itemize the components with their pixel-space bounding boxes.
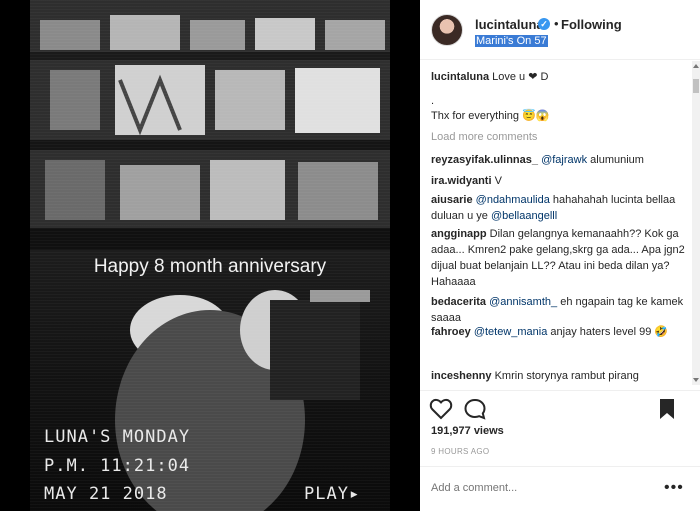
mention-link[interactable]: @bellaangelll — [491, 210, 557, 222]
scroll-down-arrow-icon[interactable] — [693, 378, 699, 382]
more-options-icon[interactable]: ••• — [664, 479, 684, 497]
comment-text: alumunium — [587, 154, 644, 166]
post-timestamp[interactable]: 9 HOURS AGO — [431, 447, 489, 456]
heart-icon[interactable] — [429, 397, 453, 421]
comment-item: inceshenny Kmrin storynya rambut pirang — [431, 368, 685, 384]
separator-dot: • — [554, 16, 559, 31]
comment-username[interactable]: reyzasyifak.ulinnas_ — [431, 154, 538, 166]
comment-username[interactable]: fahroey — [431, 326, 471, 338]
post-header: lucintaluna ✓ • Following Marini's On 57 — [420, 0, 700, 60]
mention-link[interactable]: @annisamth_ — [489, 296, 557, 308]
location-link[interactable]: Marini's On 57 — [475, 35, 548, 47]
comment-text: Kmrin storynya rambut pirang — [494, 370, 639, 382]
mention-link[interactable]: @ndahmaulida — [476, 194, 550, 206]
load-more-label[interactable]: Load more comments — [431, 131, 537, 143]
vhs-label-line1: LUNA'S MONDAY — [44, 427, 191, 447]
following-button[interactable]: Following — [561, 17, 622, 32]
comment-username[interactable]: angginapp — [431, 228, 487, 240]
vhs-play-label: PLAY▸ — [304, 484, 361, 504]
comment-text: anjay haters level 99 🤣 — [547, 326, 669, 338]
comment-item: aiusarie @ndahmaulida hahahahah lucinta … — [431, 192, 685, 224]
comment-text: Thx for everything 😇😱 — [431, 110, 550, 122]
comment-item: ira.widyanti V — [431, 173, 685, 189]
comment-text: Love u ❤ D — [492, 71, 549, 83]
vhs-label-time: P.M. 11:21:04 — [44, 456, 191, 476]
bookmark-icon[interactable] — [655, 397, 679, 421]
verified-icon: ✓ — [538, 18, 550, 30]
scroll-up-arrow-icon[interactable] — [693, 64, 699, 68]
comment-item: reyzasyifak.ulinnas_ @fajrawk alumunium — [431, 152, 685, 168]
action-bar — [420, 390, 700, 426]
comment-text: V — [494, 175, 502, 187]
comment-username[interactable]: ira.widyanti — [431, 175, 492, 187]
mention-link[interactable]: @fajrawk — [541, 154, 587, 166]
vhs-label-date: MAY 21 2018 — [44, 484, 168, 504]
comment-item: lucintaluna Love u ❤ D — [431, 69, 685, 85]
comment-icon[interactable] — [463, 397, 487, 421]
post-video[interactable]: Happy 8 month anniversary LUNA'S MONDAY … — [30, 0, 390, 511]
comment-text: . — [431, 95, 435, 107]
comment-username[interactable]: aiusarie — [431, 194, 473, 206]
comment-item: . — [431, 93, 685, 109]
video-caption-overlay: Happy 8 month anniversary — [93, 256, 327, 277]
post-side-panel: lucintaluna ✓ • Following Marini's On 57… — [420, 0, 700, 511]
comments-scrollbar[interactable] — [692, 61, 700, 385]
scroll-thumb[interactable] — [693, 79, 699, 93]
comment-username[interactable]: bedacerita — [431, 296, 486, 308]
comment-username[interactable]: lucintaluna — [431, 71, 489, 83]
header-username[interactable]: lucintaluna — [475, 17, 544, 32]
comment-item: angginapp Dilan gelangnya kemanaahh?? Ko… — [431, 226, 685, 290]
avatar[interactable] — [431, 14, 463, 46]
comment-item: fahroey @tetew_mania anjay haters level … — [431, 324, 685, 340]
mention-link[interactable]: @tetew_mania — [474, 326, 548, 338]
load-more-comments-link[interactable]: Load more comments — [431, 129, 685, 145]
comments-list[interactable]: lucintaluna Love u ❤ D. Thx for everythin… — [420, 61, 692, 385]
media-right-border — [390, 0, 420, 511]
add-comment-input[interactable] — [431, 482, 651, 494]
comment-item: Thx for everything 😇😱 — [431, 108, 685, 124]
comment-item: bedacerita @annisamth_ eh ngapain tag ke… — [431, 294, 685, 326]
views-count[interactable]: 191,977 views — [431, 425, 504, 437]
comment-username[interactable]: inceshenny — [431, 370, 492, 382]
add-comment-bar: ••• — [420, 466, 700, 511]
media-left-border — [0, 0, 30, 511]
